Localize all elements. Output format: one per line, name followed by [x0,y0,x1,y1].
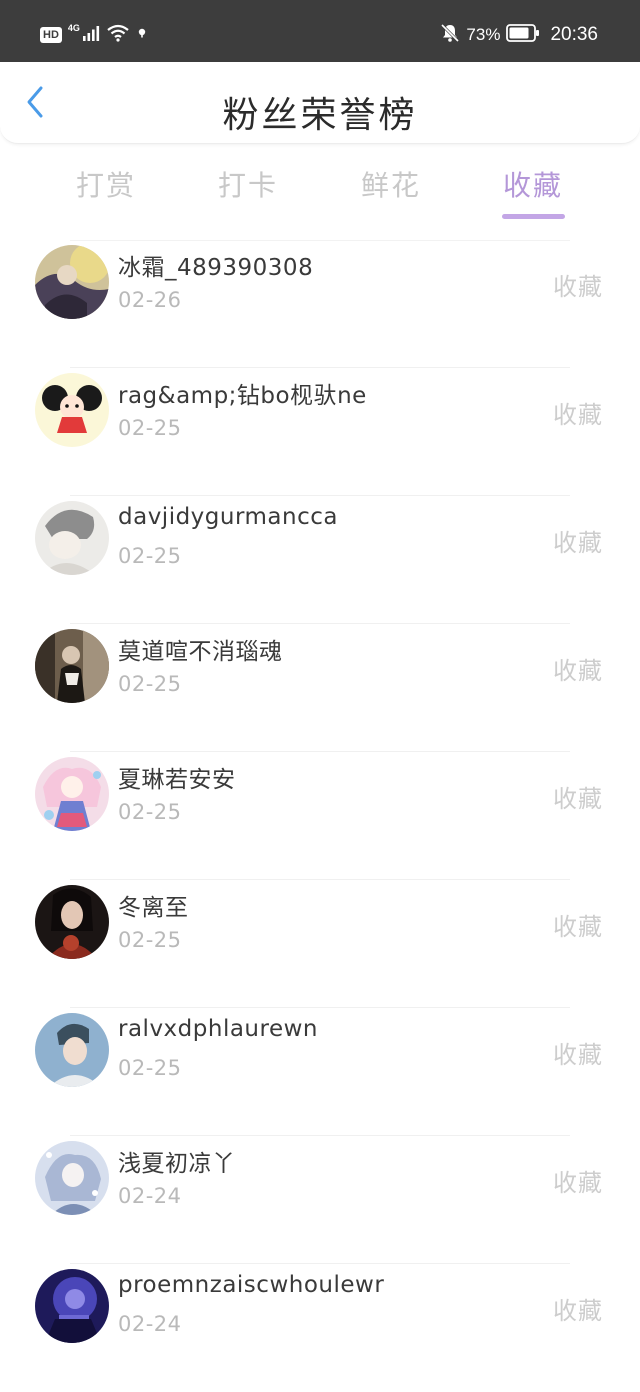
fan-action-label: 收藏 [553,785,603,813]
list-item[interactable]: 夏琳若安安 02-25 收藏 [0,752,640,880]
tab-bar: 打赏 打卡 鲜花 收藏 [0,160,640,222]
list-item[interactable]: davjidygurmancca 02-25 收藏 [0,496,640,624]
header: 粉丝荣誉榜 [0,62,640,144]
avatar[interactable] [35,885,109,959]
fan-name: 莫道喧不消瑙魂 [118,639,283,665]
list-item[interactable]: 冰霜_489390308 02-26 收藏 [0,240,640,368]
fan-name: 浅夏初凉丫 [118,1151,236,1177]
list-item[interactable]: 莫道喧不消瑙魂 02-25 收藏 [0,624,640,752]
status-bar-right: 73% 20:36 [440,22,598,48]
list-item[interactable]: rag&amp;钻bo枧驮ne 02-25 收藏 [0,368,640,496]
status-bar: HD 4G 73% 20:36 [0,0,640,62]
battery-icon [506,23,540,47]
clock: 20:36 [550,24,598,45]
tab-flowers[interactable]: 鲜花 [336,164,446,204]
fan-date: 02-24 [118,1312,182,1336]
list-item[interactable]: 冬离至 02-25 收藏 [0,880,640,1008]
fan-name: 冬离至 [118,895,189,921]
fan-action-label: 收藏 [553,1169,603,1197]
fan-date: 02-26 [118,288,182,312]
fan-name: rag&amp;钻bo枧驮ne [118,383,367,409]
fan-date: 02-25 [118,928,182,952]
signal-icon [82,25,100,46]
fan-action-label: 收藏 [553,401,603,429]
fan-list: 冰霜_489390308 02-26 收藏 rag&amp;钻bo枧驮ne 02… [0,240,640,1392]
avatar[interactable] [35,1141,109,1215]
fan-action-label: 收藏 [553,913,603,941]
fan-name: davjidygurmancca [118,504,338,530]
avatar[interactable] [35,501,109,575]
fan-action-label: 收藏 [553,1041,603,1069]
fan-action-label: 收藏 [553,657,603,685]
fan-action-label: 收藏 [553,529,603,557]
avatar[interactable] [35,757,109,831]
wifi-icon [106,24,130,47]
fan-action-label: 收藏 [553,273,603,301]
tab-favorites[interactable]: 收藏 [478,164,588,204]
fan-date: 02-25 [118,416,182,440]
list-item[interactable]: proemnzaiscwhoulewr 02-24 收藏 [0,1264,640,1392]
tab-checkin[interactable]: 打卡 [193,164,303,204]
fan-date: 02-25 [118,672,182,696]
battery-percent: 73% [466,25,501,44]
avatar[interactable] [35,1269,109,1343]
page-title: 粉丝荣誉榜 [222,95,418,136]
network-type-label: 4G [67,23,80,33]
fan-action-label: 收藏 [553,1297,603,1325]
mute-bell-icon [440,23,460,48]
fan-name: 夏琳若安安 [118,767,236,793]
fan-date: 02-25 [118,800,182,824]
active-tab-indicator [502,214,565,219]
notification-dot-icon [136,26,148,44]
avatar[interactable] [35,1013,109,1087]
fan-date: 02-25 [118,1056,182,1080]
tab-reward[interactable]: 打赏 [51,164,161,204]
fan-name: proemnzaiscwhoulewr [118,1272,385,1298]
fan-date: 02-25 [118,544,182,568]
list-item[interactable]: ralvxdphlaurewn 02-25 收藏 [0,1008,640,1136]
hd-icon: HD [40,27,62,43]
avatar[interactable] [35,629,109,703]
list-item[interactable]: 浅夏初凉丫 02-24 收藏 [0,1136,640,1264]
fan-date: 02-24 [118,1184,182,1208]
avatar[interactable] [35,373,109,447]
fan-name: ralvxdphlaurewn [118,1016,318,1042]
status-bar-left: HD 4G [40,22,148,48]
fan-name: 冰霜_489390308 [118,255,314,281]
avatar[interactable] [35,245,109,319]
